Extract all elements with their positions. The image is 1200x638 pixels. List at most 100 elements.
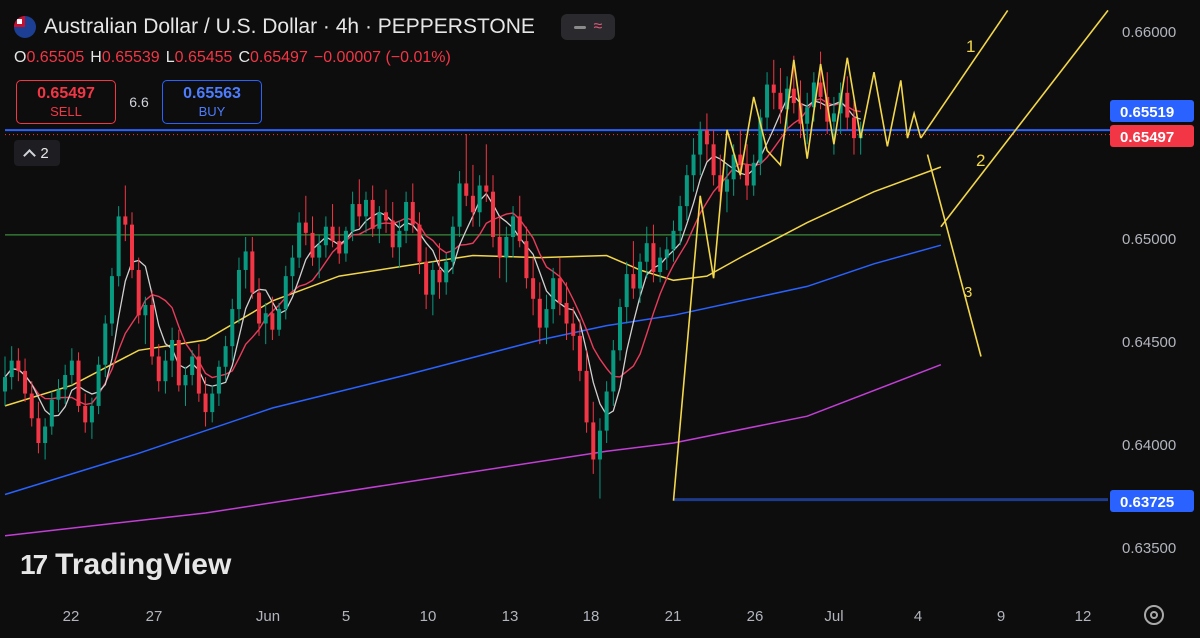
candle-body (711, 144, 716, 176)
candle-body (370, 199, 375, 229)
candle-body (363, 199, 368, 217)
candle-body (143, 304, 148, 316)
candle-body (638, 261, 643, 289)
candle-body (604, 391, 609, 431)
tradingview-logo[interactable]: 17 TradingView (20, 548, 231, 582)
candle-body (150, 304, 155, 357)
candle-body (845, 92, 850, 118)
candle-body (36, 418, 41, 443)
candle-body (390, 220, 395, 248)
y-tick-label: 0.64000 (1122, 437, 1176, 454)
candle-body (16, 360, 21, 371)
candle-body (450, 226, 455, 262)
candle-body (410, 201, 415, 225)
candle-body (130, 224, 135, 270)
candle-body (210, 393, 215, 413)
candle-body (49, 399, 54, 427)
y-tick-label: 0.63500 (1122, 540, 1176, 557)
tv-logo-icon: 17 (20, 549, 48, 580)
x-tick-label: 26 (747, 608, 764, 625)
candle-body (190, 356, 195, 376)
price-label-bid: 0.65497 (1120, 129, 1174, 146)
candle-body (517, 216, 522, 242)
chart-header: Australian Dollar / U.S. Dollar · 4h · P… (14, 14, 615, 40)
buy-label: BUY (198, 104, 226, 119)
y-tick-label: 0.64500 (1122, 334, 1176, 351)
candle-body (684, 175, 689, 207)
candle-body (283, 276, 288, 310)
candle-body (69, 360, 74, 376)
candle-body (243, 251, 248, 270)
x-tick-label: 4 (914, 608, 922, 625)
candle-body (223, 346, 228, 367)
candle-body (343, 230, 348, 254)
candle-body (524, 241, 529, 279)
candle-body (89, 405, 94, 423)
price-axis: 0.66000 0.65000 0.64500 0.64000 0.63500 … (1110, 24, 1194, 557)
close-value: 0.65497 (250, 49, 308, 66)
spread-value: 6.6 (129, 94, 149, 110)
indicators-toggle[interactable]: 2 (14, 140, 60, 166)
settings-gear-icon[interactable] (1144, 605, 1164, 625)
candle-body (751, 162, 756, 186)
candle-body (724, 179, 729, 192)
candle-body (216, 366, 221, 394)
candle-body (611, 350, 616, 392)
low-label: L (165, 49, 175, 66)
candle-body (831, 113, 836, 122)
candle-body (109, 276, 114, 324)
candle-body (230, 309, 235, 347)
candle-body (96, 364, 101, 406)
ohlc-readout: O0.65505 H0.65539 L0.65455 C0.65497 −0.0… (14, 49, 451, 67)
change-value: −0.00007 (−0.01%) (313, 49, 451, 66)
candle-body (330, 226, 335, 242)
price-label-support: 0.63725 (1120, 494, 1174, 511)
x-tick-label: 9 (997, 608, 1005, 625)
candle-body (577, 335, 582, 371)
candle-body (377, 212, 382, 229)
header-toggle[interactable]: ≈ (560, 14, 615, 40)
candle-body (196, 356, 201, 394)
buy-button[interactable]: 0.65563 BUY (162, 80, 262, 124)
x-tick-label: 18 (583, 608, 600, 625)
wave-drawing (672, 9, 1109, 501)
candle-body (123, 216, 128, 225)
chevron-up-icon (23, 149, 37, 162)
candle-body (484, 185, 489, 192)
wave-path (672, 57, 922, 501)
candle-body (584, 370, 589, 423)
sell-button[interactable]: 0.65497 SELL (16, 80, 116, 124)
candle-body (671, 230, 676, 250)
y-tick-label: 0.65000 (1122, 231, 1176, 248)
candle-body (203, 393, 208, 413)
candle-body (531, 278, 536, 299)
candle-body (651, 243, 656, 273)
candle-body (310, 232, 315, 258)
candle-body (557, 278, 562, 303)
x-tick-label: 12 (1075, 608, 1092, 625)
candle-body (791, 88, 796, 104)
indicator-count: 2 (40, 144, 49, 162)
candle-body (497, 237, 502, 258)
symbol-title[interactable]: Australian Dollar / U.S. Dollar · 4h · P… (44, 15, 535, 39)
candle-body (116, 216, 121, 277)
candle-body (564, 302, 569, 324)
candle-body (591, 422, 596, 460)
candle-body (437, 269, 442, 283)
candle-body (537, 298, 542, 328)
sell-price: 0.65497 (37, 85, 95, 102)
buy-price: 0.65563 (183, 85, 241, 102)
candle-body (29, 393, 34, 419)
candle-body (551, 278, 556, 310)
candle-body (290, 257, 295, 277)
trade-panel: 0.65497 SELL 6.6 0.65563 BUY (16, 80, 262, 124)
candle-body (176, 340, 181, 386)
candle-body (644, 243, 649, 262)
open-label: O (14, 49, 27, 66)
candle-body (805, 107, 810, 124)
candle-body (430, 269, 435, 295)
candle-body (691, 154, 696, 176)
x-tick-label: 27 (146, 608, 163, 625)
au-us-flag-icon (14, 16, 36, 38)
candle-body (83, 405, 88, 423)
